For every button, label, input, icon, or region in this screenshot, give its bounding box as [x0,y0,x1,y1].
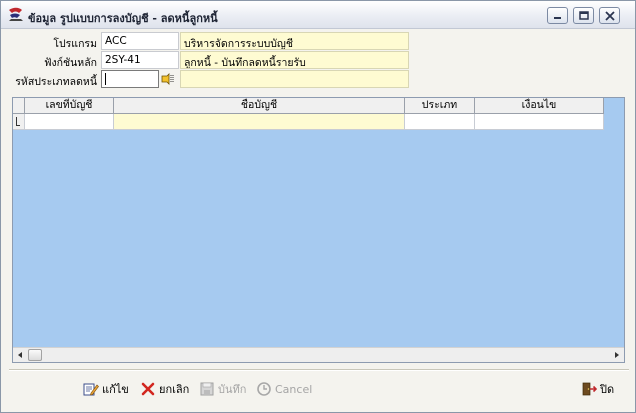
maximize-icon [579,11,589,20]
edit-label: แก้ไข [102,383,129,396]
column-header-type[interactable]: ประเภท [405,98,475,114]
title-bar: ข้อมูล รูปแบบการลงบัญชี - ลดหนี้ลูกหนี้ [1,1,635,29]
account-grid[interactable]: เลขที่บัญชี ชื่อบัญชี ประเภท เงื่อนไข [12,97,625,363]
cell-account-name [114,114,405,130]
header-form: โปรแกรม ACC บริหารจัดการระบบบัญชี ฟังก์ช… [7,30,629,93]
cell-type[interactable] [405,114,475,130]
function-code-field[interactable]: 2SY-41 [101,51,179,69]
column-header-account-no[interactable]: เลขที่บัญชี [25,98,114,114]
row-selector[interactable] [13,114,25,130]
undo-icon [257,382,271,396]
minimize-button[interactable] [547,7,568,24]
reduction-type-name-field [180,70,409,88]
exit-door-icon [582,382,597,396]
scroll-left-icon[interactable] [13,348,28,362]
minimize-icon [554,17,561,19]
lookup-icon[interactable] [161,72,177,86]
app-logo-icon [9,7,23,21]
edit-button[interactable]: แก้ไข [83,379,129,399]
window-title: ข้อมูล รูปแบบการลงบัญชี - ลดหนี้ลูกหนี้ [28,12,218,25]
program-name-field: บริหารจัดการระบบบัญชี [180,32,409,50]
column-header-account-name[interactable]: ชื่อบัญชี [114,98,405,114]
cancel-label: Cancel [275,382,313,396]
toolbar-divider-highlight [9,370,629,371]
program-label: โปรแกรม [53,38,97,50]
close-form-label: ปิด [600,383,615,396]
scrollbar-thumb[interactable] [28,349,42,361]
cancel-th-button[interactable]: ยกเลิก [140,379,189,399]
main-window: ข้อมูล รูปแบบการลงบัญชี - ลดหนี้ลูกหนี้ … [0,0,636,413]
reduction-type-label: รหัสประเภทลดหนี้ [15,76,97,88]
program-code-field[interactable]: ACC [101,32,179,50]
reduction-type-input[interactable] [101,70,159,88]
horizontal-scrollbar[interactable] [13,347,624,362]
cell-account-no[interactable] [25,114,114,130]
save-disk-icon [200,382,214,396]
row-selector-header [13,98,25,114]
current-row-icon [16,117,20,126]
grid-header: เลขที่บัญชี ชื่อบัญชี ประเภท เงื่อนไข [13,98,604,114]
close-form-button[interactable]: ปิด [581,379,614,399]
edit-icon [83,383,99,396]
cancel-th-label: ยกเลิก [159,383,190,396]
function-name-field: ลูกหนี้ - บันทึกลดหนี้รายรับ [180,51,409,69]
column-header-condition[interactable]: เงื่อนไข [475,98,604,114]
maximize-button[interactable] [573,7,594,24]
close-icon [605,11,615,21]
close-button[interactable] [599,7,620,24]
text-caret [105,73,106,85]
cancel-button[interactable]: Cancel [256,379,312,399]
delete-x-icon [141,382,155,396]
cell-condition[interactable] [475,114,604,130]
table-row[interactable] [13,114,604,130]
save-button[interactable]: บันทึก [199,379,246,399]
save-label: บันทึก [218,383,247,396]
function-label: ฟังก์ชันหลัก [44,57,97,69]
scroll-right-icon[interactable] [609,348,624,362]
